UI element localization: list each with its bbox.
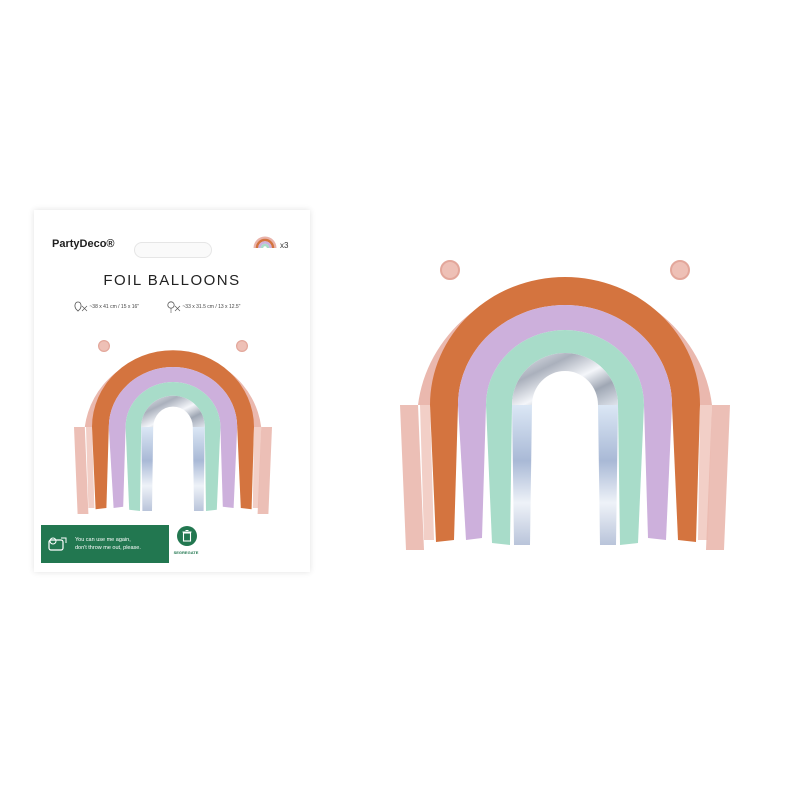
hang-hole xyxy=(134,242,212,258)
balloon-package: PartyDeco® x3 FOIL BALLOONS ~38 x 41 cm … xyxy=(34,210,310,572)
eco-message-box: You can use me again, don't throw me out… xyxy=(41,525,169,563)
pack-count-badge: x3 xyxy=(252,230,312,260)
recycle-label: SEGREGATE xyxy=(173,550,199,555)
package-balloon-image xyxy=(73,340,273,515)
spec-deflated: ~33 x 31.5 cm / 13 x 12.5" xyxy=(167,300,240,316)
spec-inflated: ~38 x 41 cm / 15 x 16" xyxy=(74,300,139,316)
rainbow-balloon-icon xyxy=(253,236,277,249)
eco-line-2: don't throw me out, please. xyxy=(75,545,141,551)
recycle-bin-icon xyxy=(177,526,197,546)
pack-count: x3 xyxy=(280,241,289,250)
product-title: FOIL BALLOONS xyxy=(103,272,241,289)
brand-logo: PartyDeco® xyxy=(52,238,115,250)
helium-balloon-icon xyxy=(74,301,88,312)
rainbow-foil-balloon xyxy=(399,260,731,551)
eco-line-1: You can use me again, xyxy=(75,537,131,543)
reuse-icon xyxy=(48,537,67,551)
air-balloon-icon xyxy=(167,301,181,313)
